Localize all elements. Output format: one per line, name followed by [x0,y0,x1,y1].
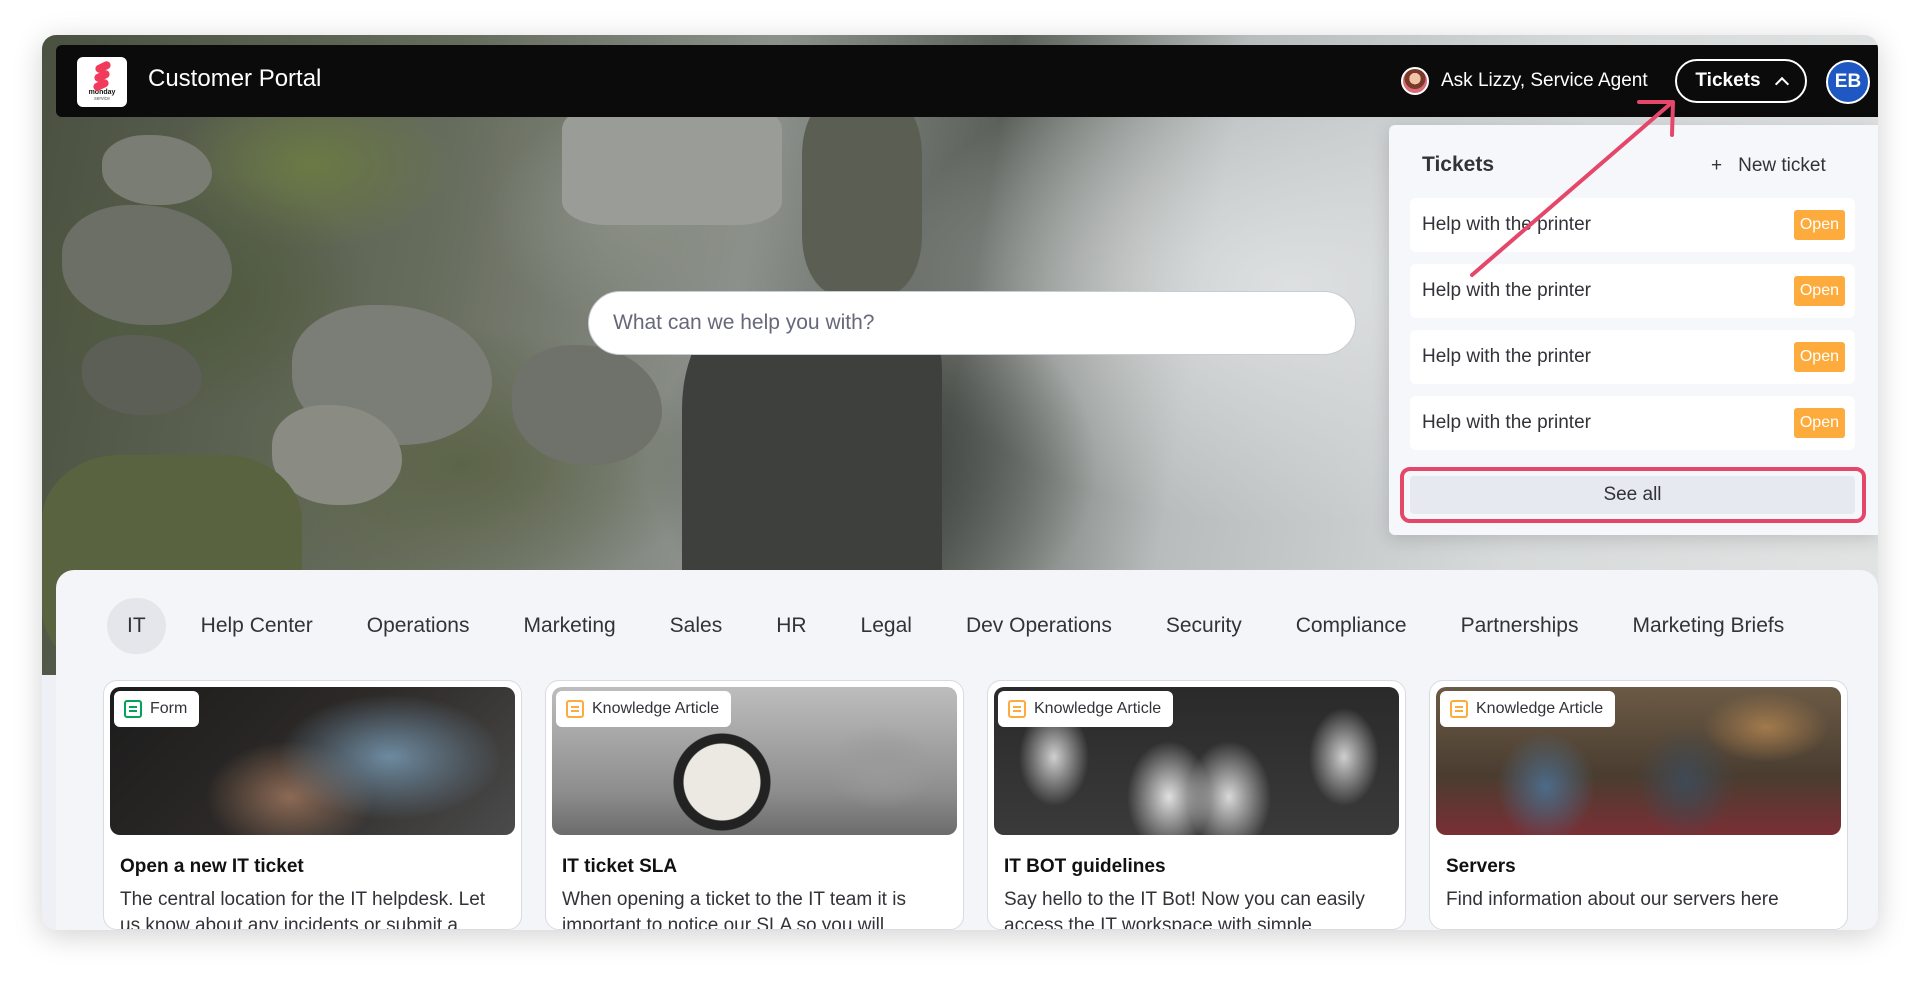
ticket-title: Help with the printer [1422,280,1591,301]
chevron-up-icon [1774,76,1789,92]
knowledge-article-icon [1008,700,1026,718]
portal-title: Customer Portal [148,65,322,92]
status-badge: Open [1793,276,1845,306]
card-tag-label: Form [150,700,188,717]
tab-operations[interactable]: Operations [340,598,497,654]
card-description: The central location for the IT helpdesk… [120,889,486,930]
card-grid: Form Open a new IT ticket The central lo… [103,680,1848,930]
logo-subtext: service [94,95,110,102]
ticket-list-item[interactable]: Help with the printer Open [1410,396,1855,450]
card-title: Open a new IT ticket [120,856,304,877]
dropdown-title: Tickets [1422,153,1494,176]
new-ticket-label: New ticket [1738,155,1826,176]
status-badge: Open [1793,210,1845,240]
tab-hr[interactable]: HR [749,598,833,654]
card-tag-label: Knowledge Article [1476,700,1604,717]
card-tag-label: Knowledge Article [592,700,720,717]
card-description: Find information about our servers here [1446,889,1779,910]
ticket-list-item[interactable]: Help with the printer Open [1410,330,1855,384]
card-type-tag: Knowledge Article [556,691,732,727]
tab-legal[interactable]: Legal [834,598,939,654]
knowledge-article-icon [1450,700,1468,718]
card-it-ticket-sla[interactable]: Knowledge Article IT ticket SLA When ope… [545,680,964,930]
card-type-tag: Knowledge Article [998,691,1174,727]
agent-avatar-icon [1401,67,1429,95]
card-it-bot-guidelines[interactable]: Knowledge Article IT BOT guidelines Say … [987,680,1406,930]
ticket-title: Help with the printer [1422,346,1591,367]
card-servers[interactable]: Knowledge Article Servers Find informati… [1429,680,1848,930]
ask-agent-label: Ask Lizzy, Service Agent [1441,70,1648,91]
tickets-menu-button[interactable]: Tickets [1675,59,1807,103]
ticket-list-item[interactable]: Help with the printer Open [1410,198,1855,252]
card-description: Say hello to the IT Bot! Now you can eas… [1004,889,1365,930]
tab-marketing-briefs[interactable]: Marketing Briefs [1605,598,1811,654]
content-panel: IT Help Center Operations Marketing Sale… [56,570,1878,930]
search-bar[interactable] [588,291,1356,355]
card-title: Servers [1446,856,1516,877]
browser-frame: monday service Customer Portal Ask Lizzy… [42,35,1878,930]
card-type-tag: Knowledge Article [1440,691,1616,727]
category-tabs: IT Help Center Operations Marketing Sale… [107,598,1811,654]
status-badge: Open [1793,408,1845,438]
form-icon [124,700,142,718]
ticket-title: Help with the printer [1422,214,1591,235]
card-description: When opening a ticket to the IT team it … [562,889,906,930]
tab-partnerships[interactable]: Partnerships [1434,598,1606,654]
knowledge-article-icon [566,700,584,718]
tickets-button-label: Tickets [1695,70,1761,91]
plus-icon: + [1711,155,1723,176]
card-type-tag: Form [114,691,200,727]
tab-help-center[interactable]: Help Center [174,598,340,654]
card-tag-label: Knowledge Article [1034,700,1162,717]
brand-logo-icon [91,59,113,92]
search-input[interactable] [613,311,1331,335]
logo-text: monday [88,88,116,96]
top-navigation-bar: monday service Customer Portal Ask Lizzy… [56,45,1878,117]
new-ticket-button[interactable]: + New ticket [1711,155,1826,177]
ticket-list-item[interactable]: Help with the printer Open [1410,264,1855,318]
card-title: IT ticket SLA [562,856,678,877]
tab-marketing[interactable]: Marketing [496,598,642,654]
tab-sales[interactable]: Sales [643,598,750,654]
tab-security[interactable]: Security [1139,598,1269,654]
tab-it[interactable]: IT [107,598,166,654]
ticket-title: Help with the printer [1422,412,1591,433]
card-title: IT BOT guidelines [1004,856,1166,877]
annotation-highlight-box [1400,467,1866,523]
ask-agent-button[interactable]: Ask Lizzy, Service Agent [1401,67,1648,95]
status-badge: Open [1793,342,1845,372]
user-avatar[interactable]: EB [1826,60,1870,104]
monday-service-logo[interactable]: monday service [77,57,127,107]
tab-dev-operations[interactable]: Dev Operations [939,598,1139,654]
tab-compliance[interactable]: Compliance [1269,598,1434,654]
tickets-dropdown: Tickets + New ticket Help with the print… [1389,125,1878,535]
card-open-it-ticket[interactable]: Form Open a new IT ticket The central lo… [103,680,522,930]
